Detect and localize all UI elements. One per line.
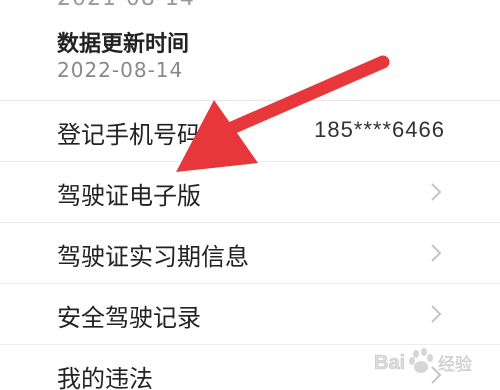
row-internship-info[interactable]: 驾驶证实习期信息	[0, 223, 500, 284]
chevron-right-icon	[431, 305, 442, 323]
chevron-right-icon	[431, 244, 442, 262]
chevron-right-icon	[431, 183, 442, 201]
row-internship-info-label: 驾驶证实习期信息	[57, 243, 249, 271]
row-safe-driving-record[interactable]: 安全驾驶记录	[0, 284, 500, 345]
svg-text:Bai: Bai	[374, 352, 405, 374]
screen: 2021-08-14 数据更新时间 2022-08-14 登记手机号码 185*…	[0, 0, 500, 390]
row-phone-number[interactable]: 登记手机号码 185****6466	[0, 101, 500, 162]
row-e-license-label: 驾驶证电子版	[57, 182, 201, 210]
data-update-time-label: 数据更新时间	[57, 32, 190, 57]
row-e-license[interactable]: 驾驶证电子版	[0, 162, 500, 223]
row-safe-driving-record-label: 安全驾驶记录	[57, 304, 201, 332]
row-phone-number-value: 185****6466	[314, 117, 445, 142]
row-my-violations-label: 我的违法	[57, 365, 153, 390]
baidu-jingyan-watermark-logo: Bai 经验	[374, 348, 472, 375]
svg-text:经验: 经验	[438, 355, 472, 375]
row-phone-number-label: 登记手机号码	[57, 121, 201, 149]
cutoff-date-text: 2021-08-14	[57, 0, 195, 11]
data-update-time-value: 2022-08-14	[57, 58, 184, 82]
data-update-time-block: 数据更新时间 2022-08-14	[0, 22, 500, 100]
